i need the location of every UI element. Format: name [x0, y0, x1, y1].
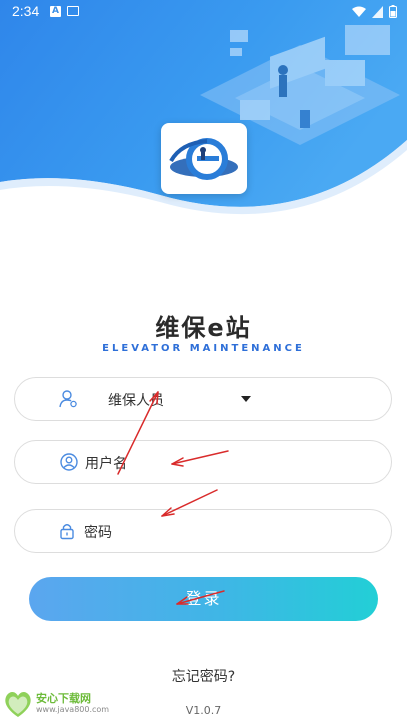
wifi-icon — [352, 6, 366, 17]
password-field[interactable]: 密码 — [14, 509, 392, 553]
watermark-heart-icon — [5, 692, 31, 717]
username-field[interactable]: 用户名 — [14, 440, 392, 484]
notification-a-icon: A — [50, 6, 61, 17]
app-logo — [161, 123, 247, 194]
app-subtitle: ELEVATOR MAINTENANCE — [102, 343, 305, 354]
username-placeholder: 用户名 — [85, 456, 127, 472]
lock-icon — [60, 524, 74, 540]
password-placeholder: 密码 — [84, 525, 112, 541]
status-bar: 2:34 A — [0, 0, 407, 24]
notification-card-icon — [67, 6, 79, 16]
user-icon — [60, 453, 78, 471]
app-logo-icon — [169, 138, 238, 180]
watermark-url: www.java800.com — [36, 705, 110, 714]
role-select[interactable]: 维保人员 — [14, 377, 392, 421]
watermark: 安心下载网 www.java800.com — [0, 688, 120, 720]
status-time: 2:34 — [12, 3, 40, 19]
role-select-value: 维保人员 — [108, 393, 164, 409]
forgot-password-link[interactable]: 忘记密码? — [0, 666, 407, 686]
status-icons — [352, 5, 397, 18]
person-gear-icon — [59, 390, 77, 408]
app-title: 维保e站 — [155, 314, 252, 342]
dropdown-caret-icon[interactable] — [241, 396, 251, 402]
watermark-name: 安心下载网 — [36, 693, 91, 705]
signal-icon — [372, 5, 383, 18]
login-button[interactable]: 登录 — [29, 577, 378, 621]
hero-banner — [0, 0, 407, 215]
battery-icon — [389, 5, 397, 18]
